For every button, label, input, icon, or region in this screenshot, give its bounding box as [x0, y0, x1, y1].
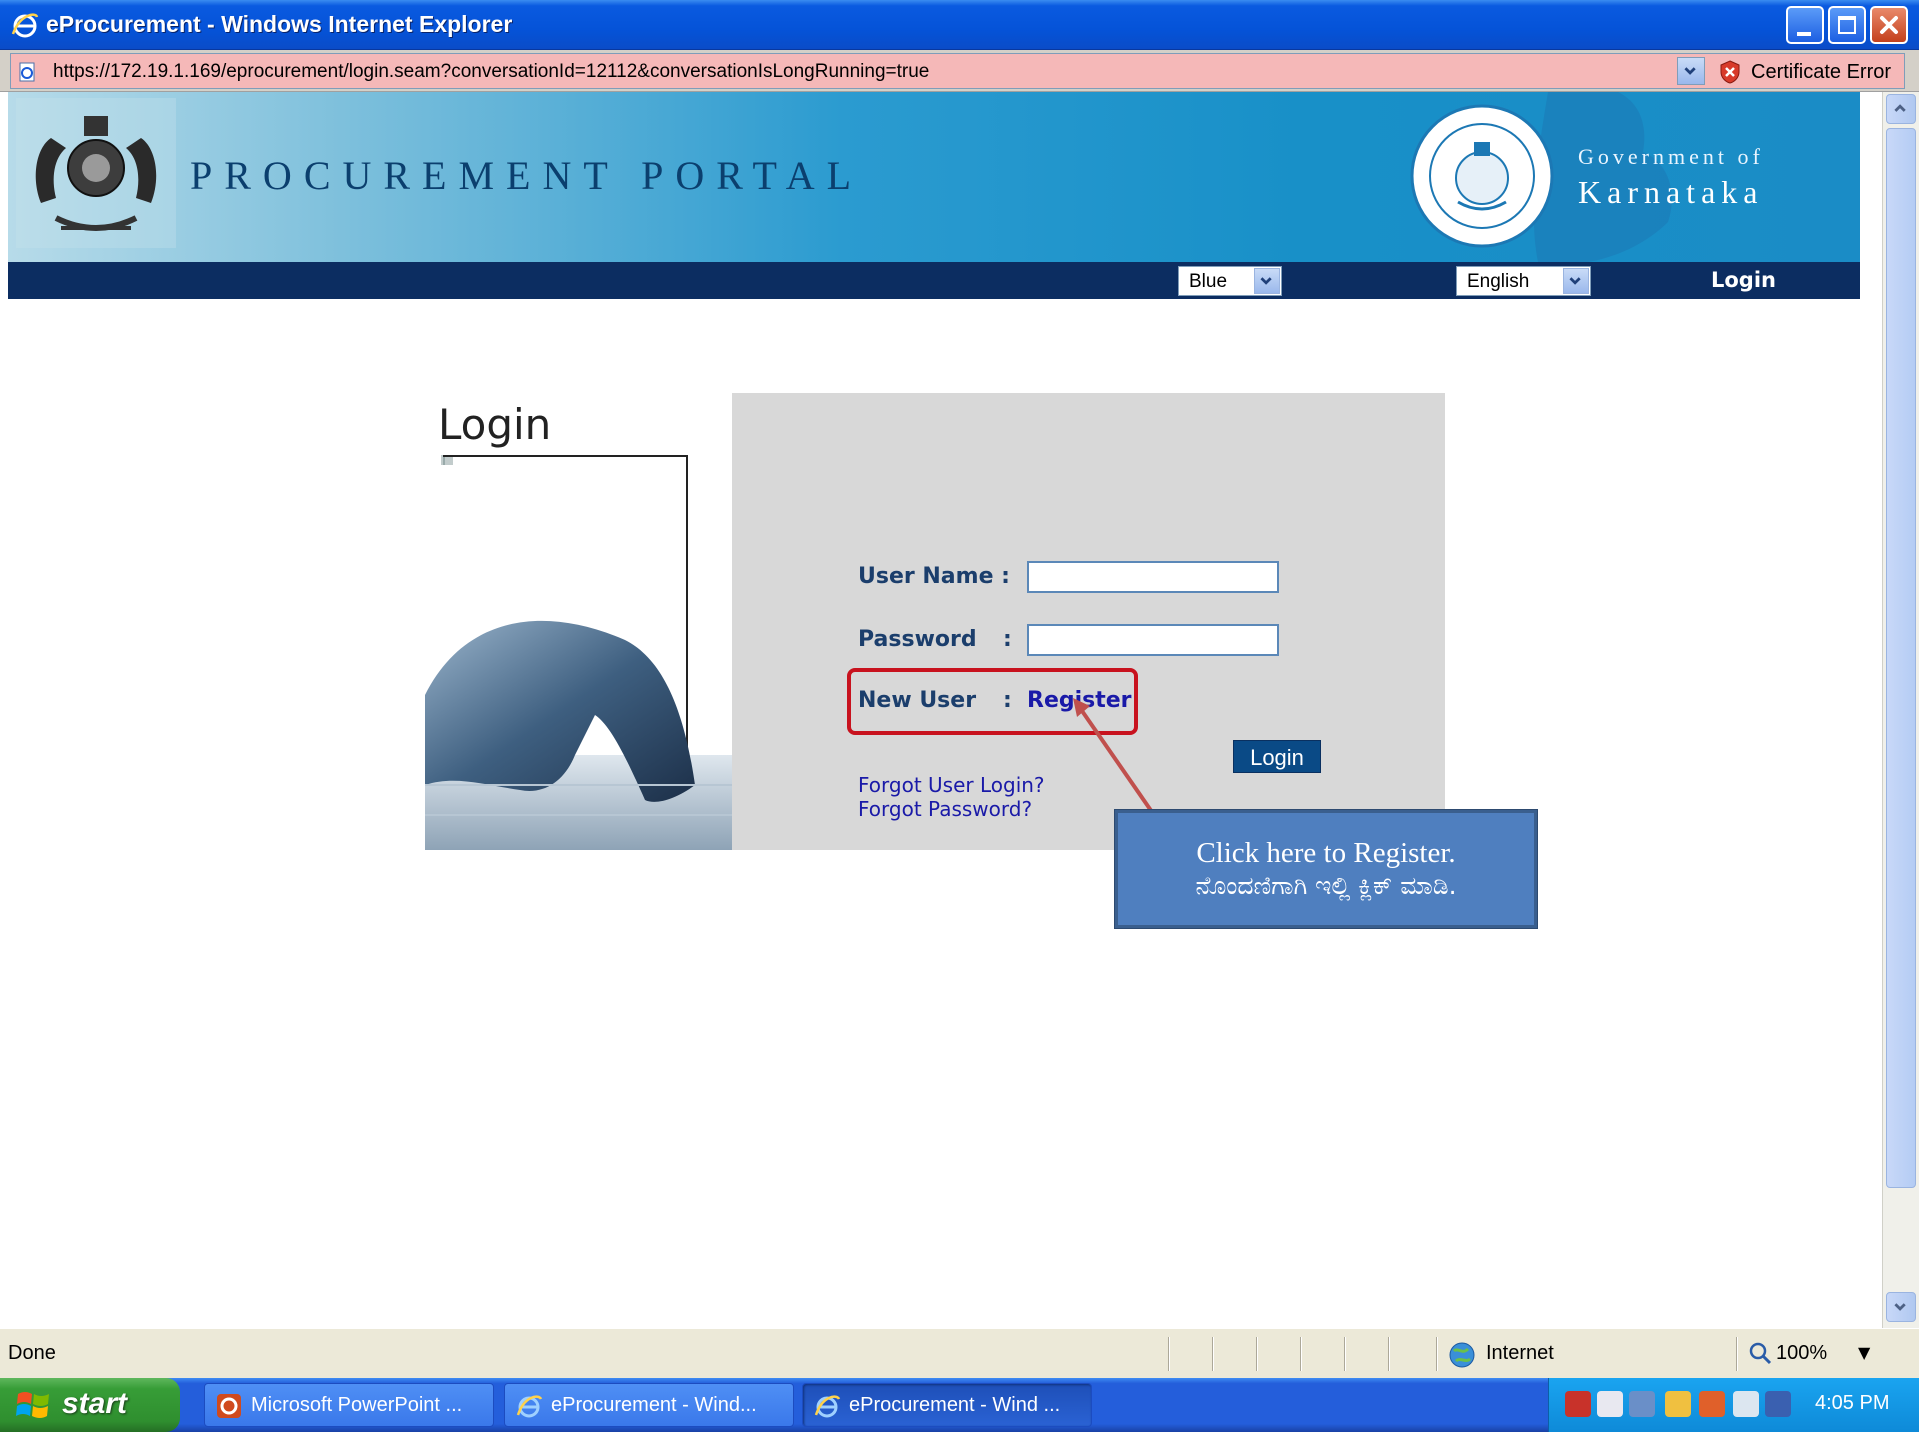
security-tray-icon[interactable] — [1665, 1391, 1691, 1417]
certificate-error-label[interactable]: Certificate Error — [1751, 61, 1891, 84]
url-field[interactable]: https://172.19.1.169/eprocurement/login.… — [10, 53, 1905, 89]
window-title-bar: eProcurement - Windows Internet Explorer — [0, 0, 1919, 50]
calendar-tray-icon[interactable] — [1765, 1391, 1791, 1417]
status-divider — [1388, 1337, 1390, 1371]
update-tray-icon[interactable] — [1699, 1391, 1725, 1417]
government-seal-logo — [1410, 104, 1554, 248]
zoom-level[interactable]: 100% — [1776, 1342, 1827, 1365]
login-heading: Login — [438, 400, 552, 449]
status-divider — [1436, 1337, 1438, 1371]
powerpoint-icon — [217, 1394, 241, 1418]
language-select[interactable]: English — [1456, 266, 1591, 296]
network-tray-icon[interactable] — [1629, 1391, 1655, 1417]
maximize-button[interactable] — [1828, 6, 1866, 44]
status-divider — [1256, 1337, 1258, 1371]
portal-banner: PROCUREMENT PORTAL Government of Karnata… — [8, 92, 1860, 262]
status-divider — [1300, 1337, 1302, 1371]
minimize-button[interactable] — [1786, 6, 1824, 44]
hand-keyboard-illustration — [425, 455, 733, 850]
chevron-down-icon — [1563, 268, 1589, 294]
taskbar-item-eprocurement-1[interactable]: eProcurement - Wind... — [504, 1383, 794, 1427]
nav-login-link[interactable]: Login — [1711, 268, 1776, 292]
state-emblem-logo — [16, 98, 176, 248]
top-navigation-bar: Blue English Login — [8, 262, 1860, 299]
theme-select-value: Blue — [1189, 271, 1228, 292]
password-colon: : — [1003, 627, 1012, 652]
scrollbar-thumb[interactable] — [1886, 128, 1916, 1188]
forgot-password-link[interactable]: Forgot Password? — [858, 797, 1032, 821]
forgot-user-login-link[interactable]: Forgot User Login? — [858, 773, 1045, 797]
taskbar-item-powerpoint[interactable]: Microsoft PowerPoint ... — [204, 1383, 494, 1427]
start-button[interactable]: start — [0, 1378, 180, 1432]
maximize-icon — [1838, 16, 1856, 34]
portal-title: PROCUREMENT PORTAL — [190, 153, 864, 198]
register-callout: Click here to Register. ನೊಂದಣಿಗಾಗಿ ಇಲ್ಲಿ… — [1115, 810, 1537, 928]
url-text: https://172.19.1.169/eprocurement/login.… — [53, 61, 930, 82]
status-divider — [1344, 1337, 1346, 1371]
window-title: eProcurement - Windows Internet Explorer — [46, 11, 513, 37]
address-bar: https://172.19.1.169/eprocurement/login.… — [0, 50, 1919, 92]
document-tray-icon[interactable] — [1597, 1391, 1623, 1417]
scroll-down-button[interactable] — [1886, 1292, 1916, 1322]
system-tray: 4:05 PM — [1548, 1378, 1919, 1432]
chevron-up-icon — [1894, 104, 1906, 112]
windows-flag-icon — [16, 1392, 49, 1418]
status-divider — [1736, 1337, 1738, 1371]
login-button[interactable]: Login — [1233, 740, 1321, 773]
browser-status-bar: Done Internet 100% ▼ — [0, 1328, 1919, 1378]
callout-kannada-text: ನೊಂದಣಿಗಾಗಿ ಇಲ್ಲಿ ಕ್ಲಿಕ್ ಮಾಡಿ. — [1195, 871, 1457, 900]
start-label: start — [62, 1387, 128, 1420]
status-divider — [1168, 1337, 1170, 1371]
scroll-up-button[interactable] — [1886, 94, 1916, 124]
acrobat-tray-icon[interactable] — [1565, 1391, 1591, 1417]
status-text: Done — [8, 1342, 56, 1364]
security-zone-text: Internet — [1486, 1342, 1554, 1364]
close-icon — [1880, 16, 1898, 34]
internet-explorer-icon — [11, 13, 39, 38]
callout-english-text: Click here to Register. — [1196, 837, 1456, 869]
chevron-down-icon — [1254, 268, 1280, 294]
internet-zone-icon — [1449, 1342, 1475, 1368]
government-of-text: Government of — [1578, 144, 1764, 169]
close-button[interactable] — [1870, 6, 1908, 44]
username-input[interactable] — [1027, 561, 1279, 593]
status-divider — [1212, 1337, 1214, 1371]
chevron-down-icon — [1684, 67, 1696, 75]
minimize-icon — [1797, 32, 1811, 36]
zoom-dropdown-icon[interactable]: ▼ — [1858, 1343, 1870, 1362]
callout-arrow-icon — [1073, 698, 1154, 814]
karnataka-text: Karnataka — [1578, 174, 1764, 210]
internet-explorer-icon — [516, 1395, 543, 1418]
theme-select[interactable]: Blue — [1178, 266, 1282, 296]
address-dropdown-button[interactable] — [1677, 57, 1705, 85]
zoom-icon[interactable] — [1748, 1341, 1772, 1365]
taskbar-item-label: eProcurement - Wind ... — [849, 1394, 1061, 1416]
page-icon — [19, 62, 35, 82]
language-select-value: English — [1467, 271, 1530, 292]
certificate-error-icon[interactable] — [1717, 59, 1743, 85]
chevron-down-icon — [1894, 1303, 1906, 1311]
taskbar-item-label: Microsoft PowerPoint ... — [251, 1394, 463, 1416]
display-tray-icon[interactable] — [1733, 1391, 1759, 1417]
internet-explorer-icon — [814, 1395, 841, 1418]
taskbar-item-label: eProcurement - Wind... — [551, 1394, 757, 1416]
password-input[interactable] — [1027, 624, 1279, 656]
windows-taskbar: start Microsoft PowerPoint ... eProcurem… — [0, 1378, 1919, 1432]
taskbar-item-eprocurement-2[interactable]: eProcurement - Wind ... — [802, 1383, 1092, 1427]
vertical-scrollbar[interactable] — [1882, 92, 1919, 1328]
password-label: Password — [858, 627, 977, 652]
taskbar-clock: 4:05 PM — [1815, 1392, 1890, 1414]
username-label: User Name : — [858, 564, 1010, 589]
